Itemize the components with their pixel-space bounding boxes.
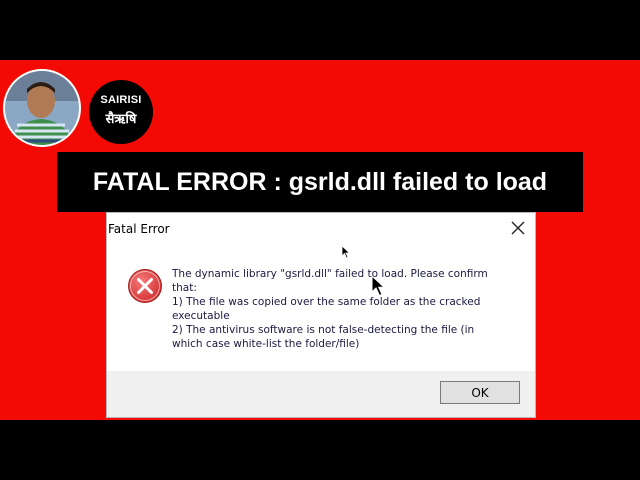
- avatar-photo: [5, 71, 79, 145]
- mouse-pointer-icon: [341, 245, 351, 259]
- top-letterbox: [0, 0, 640, 60]
- fatal-error-dialog: Fatal Error The dynamic library "gsrld.d…: [106, 212, 536, 418]
- headline-banner: FATAL ERROR : gsrld.dll failed to load: [57, 152, 583, 212]
- error-message: The dynamic library "gsrld.dll" failed t…: [172, 268, 488, 350]
- avatar: [3, 69, 81, 147]
- button-bar: OK: [107, 371, 535, 417]
- dialog-title: Fatal Error: [108, 222, 170, 236]
- close-icon: [511, 221, 525, 235]
- channel-name-hindi: सैऋषि: [105, 112, 137, 127]
- error-icon: [128, 269, 162, 303]
- close-button[interactable]: [509, 219, 527, 237]
- channel-name: SAIRISI: [100, 94, 142, 106]
- ok-button[interactable]: OK: [440, 381, 520, 404]
- bottom-letterbox: [0, 420, 640, 480]
- mouse-pointer-icon: [371, 275, 386, 297]
- headline-text: FATAL ERROR : gsrld.dll failed to load: [92, 167, 548, 196]
- channel-logo: SAIRISI सैऋषि: [89, 80, 153, 144]
